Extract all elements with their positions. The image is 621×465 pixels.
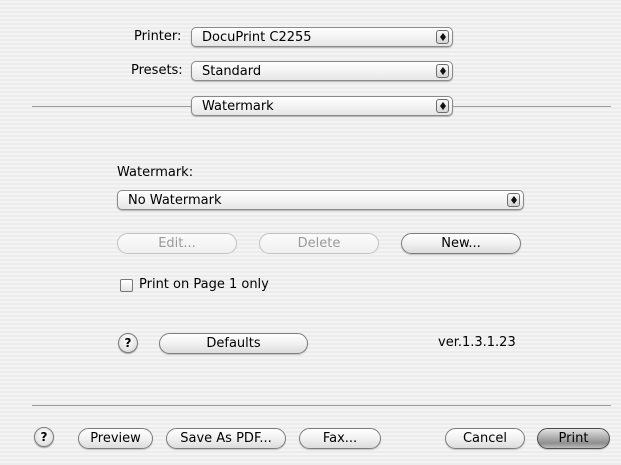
popup-arrows-icon: [436, 30, 449, 44]
watermark-label: Watermark:: [117, 165, 194, 180]
fax-button[interactable]: Fax...: [299, 428, 381, 449]
popup-arrows-icon: [436, 64, 449, 78]
new-button[interactable]: New...: [401, 233, 521, 254]
watermark-value: No Watermark: [128, 193, 222, 208]
help-icon[interactable]: ?: [118, 333, 138, 353]
cancel-button[interactable]: Cancel: [445, 428, 525, 449]
printer-popup[interactable]: DocuPrint C2255: [191, 27, 453, 47]
delete-button[interactable]: Delete: [259, 233, 379, 254]
separator-line: [32, 106, 191, 107]
version-text: ver.1.3.1.23: [438, 335, 516, 350]
edit-button[interactable]: Edit...: [117, 233, 237, 254]
popup-arrows-icon: [507, 193, 520, 207]
panel-value: Watermark: [202, 99, 274, 114]
print-page1-checkbox[interactable]: [120, 279, 133, 292]
preview-button[interactable]: Preview: [78, 428, 153, 449]
watermark-popup[interactable]: No Watermark: [117, 190, 524, 210]
printer-value: DocuPrint C2255: [202, 30, 312, 45]
printer-label: Printer:: [134, 29, 182, 44]
presets-popup[interactable]: Standard: [191, 61, 453, 81]
footer-separator: [32, 405, 611, 406]
presets-value: Standard: [202, 64, 262, 79]
print-button[interactable]: Print: [537, 428, 610, 449]
separator-line: [453, 106, 611, 107]
presets-label: Presets:: [131, 63, 183, 78]
print-page1-label: Print on Page 1 only: [139, 277, 269, 292]
help-icon[interactable]: ?: [34, 427, 54, 447]
popup-arrows-icon: [436, 99, 449, 113]
save-as-pdf-button[interactable]: Save As PDF...: [166, 428, 286, 449]
defaults-button[interactable]: Defaults: [159, 333, 308, 354]
panel-popup[interactable]: Watermark: [191, 96, 453, 116]
